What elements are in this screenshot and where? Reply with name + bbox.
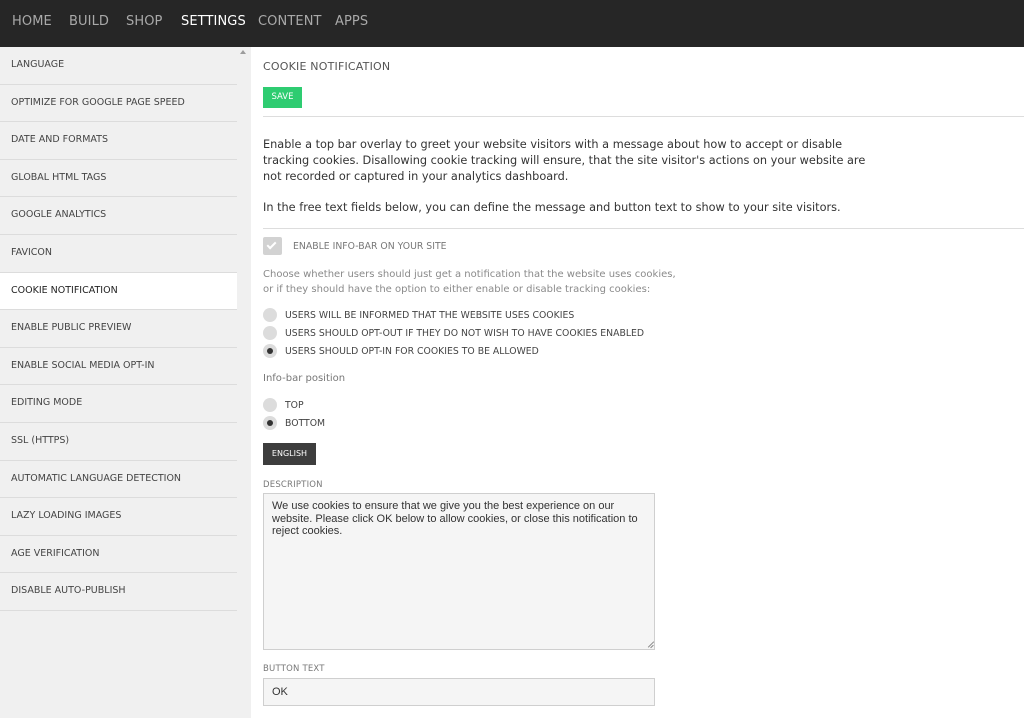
sidebar-list: LANGUAGE OPTIMIZE FOR GOOGLE PAGE SPEED …: [0, 47, 237, 611]
nav-build[interactable]: BUILD: [69, 14, 109, 29]
radio-position-top-label: TOP: [285, 400, 304, 411]
sidebar-item-google-analytics[interactable]: GOOGLE ANALYTICS: [0, 197, 237, 235]
radio-opt-out[interactable]: [263, 326, 277, 340]
sidebar-item-page-speed[interactable]: OPTIMIZE FOR GOOGLE PAGE SPEED: [0, 85, 237, 123]
divider: [263, 228, 1024, 229]
description-textarea[interactable]: We use cookies to ensure that we give yo…: [263, 493, 655, 650]
radio-inform[interactable]: [263, 308, 277, 322]
sidebar-item-favicon[interactable]: FAVICON: [0, 235, 237, 273]
main-content: COOKIE NOTIFICATION SAVE Enable a top ba…: [251, 47, 1024, 718]
nav-content[interactable]: CONTENT: [258, 14, 322, 29]
resize-grip-icon[interactable]: [647, 641, 654, 648]
sidebar-item-cookie-notification[interactable]: COOKIE NOTIFICATION: [0, 272, 237, 311]
sidebar-item-lazy-loading[interactable]: LAZY LOADING IMAGES: [0, 498, 237, 536]
top-navigation: HOME BUILD SHOP SETTINGS CONTENT APPS: [0, 0, 1024, 47]
radio-opt-out-label: USERS SHOULD OPT-OUT IF THEY DO NOT WISH…: [285, 328, 645, 339]
radio-inform-label: USERS WILL BE INFORMED THAT THE WEBSITE …: [285, 310, 575, 321]
page-title: COOKIE NOTIFICATION: [263, 60, 391, 73]
sidebar-item-public-preview[interactable]: ENABLE PUBLIC PREVIEW: [0, 310, 237, 348]
nav-apps[interactable]: APPS: [335, 14, 368, 29]
checkmark-icon: [266, 239, 277, 250]
sidebar-item-html-tags[interactable]: GLOBAL HTML TAGS: [0, 160, 237, 198]
sidebar-item-language[interactable]: LANGUAGE: [0, 47, 237, 85]
sidebar-scrollbar[interactable]: [237, 47, 251, 718]
radio-opt-in-label: USERS SHOULD OPT-IN FOR COOKIES TO BE AL…: [285, 346, 539, 357]
scroll-up-arrow-icon[interactable]: [240, 50, 246, 54]
button-text-field-label: BUTTON TEXT: [263, 664, 325, 674]
sidebar-item-editing-mode[interactable]: EDITING MODE: [0, 385, 237, 423]
sidebar-item-ssl[interactable]: SSL (HTTPS): [0, 423, 237, 461]
nav-shop[interactable]: SHOP: [126, 14, 163, 29]
sidebar-item-auto-publish[interactable]: DISABLE AUTO-PUBLISH: [0, 573, 237, 611]
radio-position-bottom[interactable]: [263, 416, 277, 430]
radio-position-top[interactable]: [263, 398, 277, 412]
nav-settings[interactable]: SETTINGS: [181, 14, 246, 29]
sidebar-item-language-detection[interactable]: AUTOMATIC LANGUAGE DETECTION: [0, 461, 237, 499]
language-button[interactable]: ENGLISH: [263, 443, 316, 465]
sidebar-item-date-formats[interactable]: DATE AND FORMATS: [0, 122, 237, 160]
sidebar-item-age-verification[interactable]: AGE VERIFICATION: [0, 536, 237, 574]
mode-instructions: Choose whether users should just get a n…: [263, 269, 676, 295]
position-label: Info-bar position: [263, 373, 346, 384]
enable-infobar-checkbox[interactable]: [263, 237, 282, 255]
button-text-input[interactable]: [263, 678, 655, 706]
radio-opt-in[interactable]: [263, 344, 277, 358]
save-button[interactable]: SAVE: [263, 87, 302, 108]
sidebar-item-social-opt-in[interactable]: ENABLE SOCIAL MEDIA OPT-IN: [0, 348, 237, 386]
divider: [263, 116, 1024, 117]
settings-sidebar: LANGUAGE OPTIMIZE FOR GOOGLE PAGE SPEED …: [0, 47, 251, 718]
nav-home[interactable]: HOME: [12, 14, 52, 29]
radio-position-bottom-label: BOTTOM: [285, 418, 326, 429]
enable-infobar-label: ENABLE INFO-BAR ON YOUR SITE: [293, 241, 447, 252]
description-field-label: DESCRIPTION: [263, 480, 323, 490]
intro-description: Enable a top bar overlay to greet your w…: [263, 138, 866, 183]
intro-description-2: In the free text fields below, you can d…: [263, 201, 841, 214]
